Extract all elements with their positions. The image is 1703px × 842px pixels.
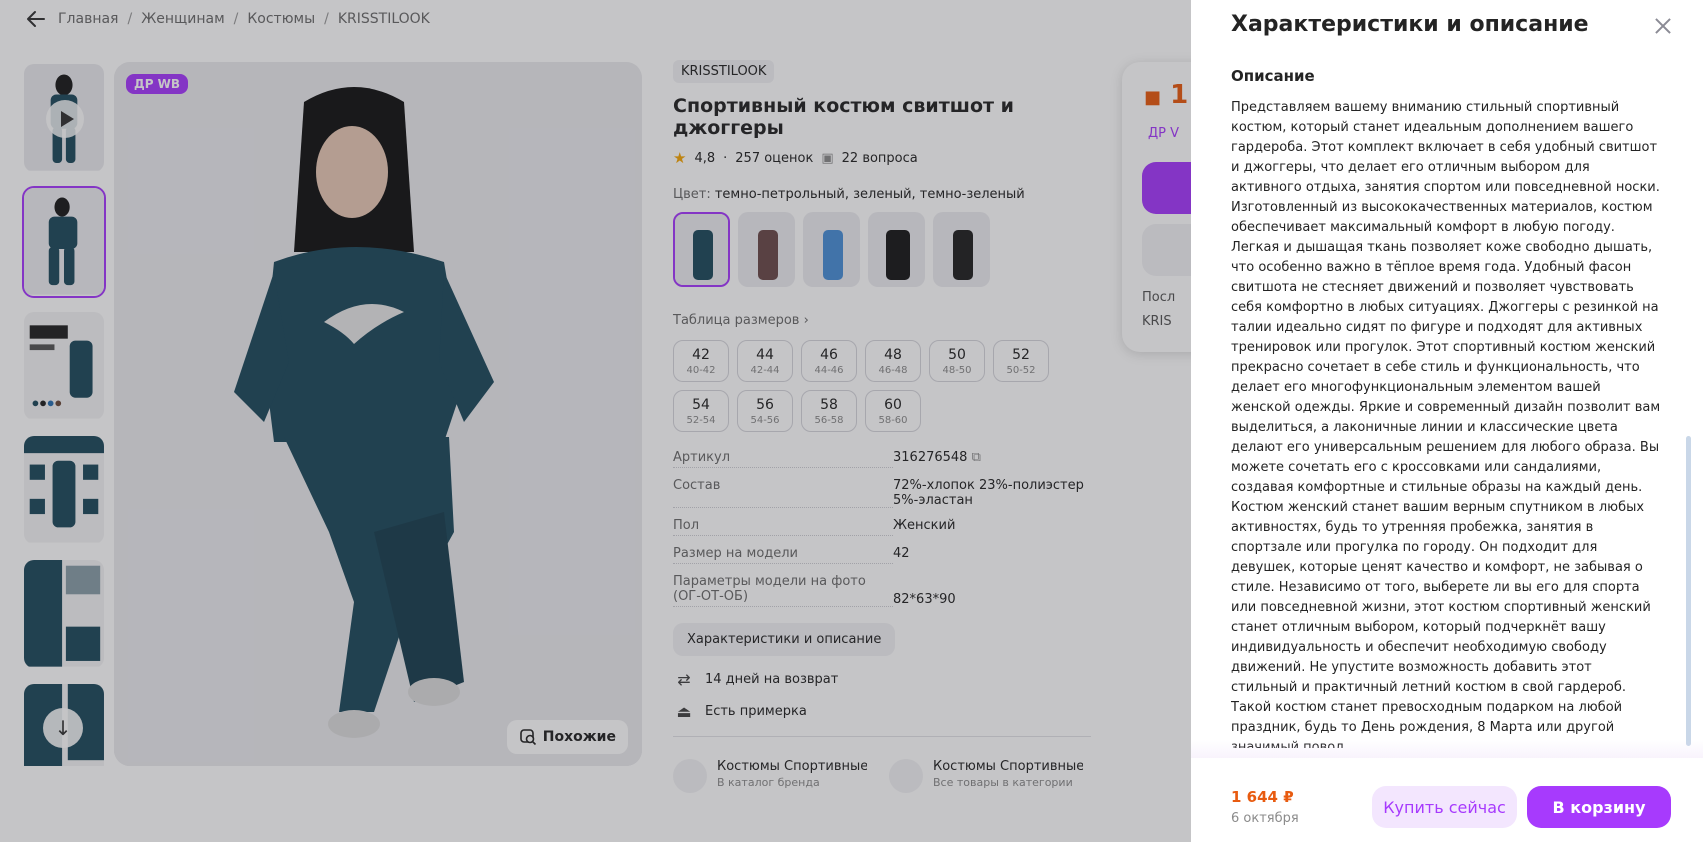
description-paragraph: Представляем вашему вниманию стильный сп…	[1231, 100, 1661, 748]
drawer-scrollbar[interactable]	[1686, 436, 1691, 746]
characteristics-drawer: Характеристики и описание Описание Предс…	[1191, 0, 1703, 842]
close-icon[interactable]	[1651, 14, 1675, 38]
footer-price: 1 644 ₽	[1231, 788, 1294, 806]
description-text: Представляем вашему вниманию стильный сп…	[1231, 98, 1661, 748]
buy-now-button[interactable]: Купить сейчас	[1372, 786, 1517, 828]
delivery-date: 6 октября	[1231, 811, 1299, 826]
add-to-cart-button[interactable]: В корзину	[1527, 786, 1671, 828]
drawer-footer: 1 644 ₽ 6 октября Купить сейчас В корзин…	[1191, 758, 1703, 842]
description-heading: Описание	[1231, 67, 1315, 85]
drawer-title: Характеристики и описание	[1231, 12, 1589, 37]
modal-backdrop[interactable]	[0, 0, 1191, 842]
